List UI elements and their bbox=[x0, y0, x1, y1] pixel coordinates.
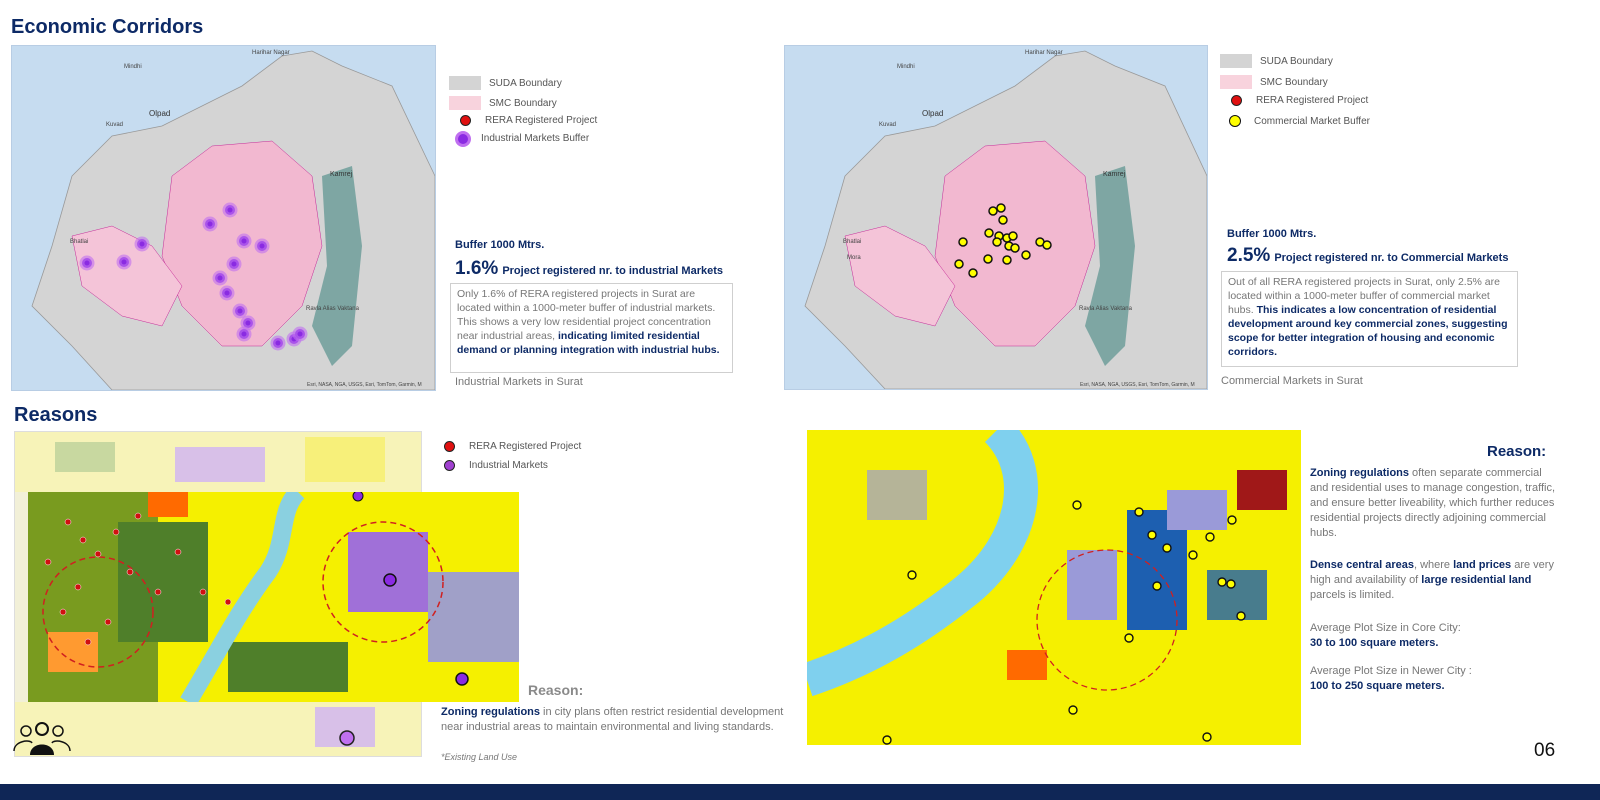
page-number: 06 bbox=[1534, 740, 1556, 761]
legend2-smc-label: SMC Boundary bbox=[1260, 76, 1328, 88]
commercial-map-graphic: Harihar Nagar Mindhi Olpad Kuvad Kamrej … bbox=[804, 50, 1207, 389]
industrial-dot-icon bbox=[444, 460, 455, 471]
rera-dot-icon bbox=[460, 115, 471, 126]
footer-bar bbox=[0, 784, 1600, 800]
legend2-smc: SMC Boundary bbox=[1220, 75, 1328, 89]
rera-dot-icon-2 bbox=[1231, 95, 1242, 106]
reason-right-p2-bold2: land prices bbox=[1453, 559, 1512, 571]
legend-suda: SUDA Boundary bbox=[449, 76, 562, 90]
commercial-buffer-title: Buffer 1000 Mtrs. bbox=[1227, 228, 1317, 240]
reason-right-p2-bold1: Dense central areas bbox=[1310, 559, 1414, 571]
core-city-value: 30 to 100 square meters. bbox=[1310, 637, 1439, 649]
place-label-ravla-2: Ravla Alias Vaktana bbox=[1079, 306, 1133, 312]
reason-left-bold: Zoning regulations bbox=[441, 706, 540, 718]
reason-right-title: Reason: bbox=[1487, 443, 1547, 460]
commercial-stat-label: Project registered nr. to Commercial Mar… bbox=[1274, 252, 1509, 264]
section-title-economic-corridors: Economic Corridors bbox=[11, 16, 204, 38]
reason-left-text: Zoning regulations in city plans often r… bbox=[441, 705, 786, 735]
section-title-reasons: Reasons bbox=[14, 404, 98, 426]
legend3-industrial: Industrial Markets bbox=[433, 460, 548, 471]
place-label-olpad: Olpad bbox=[149, 109, 170, 118]
place-label-mindhi: Mindhi bbox=[124, 64, 142, 70]
people-group-icon bbox=[12, 719, 72, 764]
place-label-harihar-nagar-2: Harihar Nagar bbox=[1025, 50, 1063, 56]
industrial-caption: Industrial Markets in Surat bbox=[455, 376, 583, 388]
reason-right-p2-text3: parcels is limited. bbox=[1310, 589, 1395, 601]
industrial-buffer-title: Buffer 1000 Mtrs. bbox=[455, 239, 545, 251]
place-label-mindhi-2: Mindhi bbox=[897, 64, 915, 70]
legend3-rera-label: RERA Registered Project bbox=[469, 441, 582, 452]
industrial-stat-label: Project registered nr. to industrial Mar… bbox=[502, 265, 723, 277]
rera-dot-icon-3 bbox=[444, 441, 455, 452]
commercial-buffer-icon bbox=[1229, 115, 1241, 127]
industrial-land-use-map[interactable] bbox=[28, 492, 519, 702]
place-label-ravla: Ravla Alias Vaktana bbox=[306, 306, 360, 312]
reason-right-p1: Zoning regulations often separate commer… bbox=[1310, 466, 1556, 541]
commercial-stat-value: 2.5% bbox=[1227, 245, 1271, 266]
place-label-kuvad: Kuvad bbox=[106, 122, 123, 128]
commercial-caption: Commercial Markets in Surat bbox=[1221, 375, 1363, 387]
industrial-buffer-icon bbox=[458, 133, 468, 144]
legend2-suda-label: SUDA Boundary bbox=[1260, 55, 1333, 67]
smc-swatch bbox=[449, 96, 481, 110]
industrial-description: Only 1.6% of RERA registered projects in… bbox=[450, 283, 733, 373]
existing-land-use-note: *Existing Land Use bbox=[441, 752, 518, 762]
place-label-bhatlai: Bhatlai bbox=[70, 239, 88, 245]
legend2-commercial-buffer-label: Commercial Market Buffer bbox=[1254, 115, 1370, 127]
commercial-land-use-map[interactable] bbox=[807, 430, 1301, 745]
place-label-mora: Mora bbox=[847, 255, 861, 261]
map-attribution-2: Esri, NASA, NGA, USGS, Esri, TomTom, Gar… bbox=[1080, 382, 1195, 388]
reason-right-p2-text1: , where bbox=[1413, 559, 1454, 571]
map-attribution: Esri, NASA, NGA, USGS, Esri, TomTom, Gar… bbox=[307, 382, 422, 388]
commercial-stat: 2.5% Project registered nr. to Commercial… bbox=[1227, 245, 1508, 267]
legend3-industrial-label: Industrial Markets bbox=[469, 460, 548, 471]
industrial-stat: 1.6% Project registered nr. to industrial… bbox=[455, 258, 723, 280]
legend2-suda: SUDA Boundary bbox=[1220, 54, 1333, 68]
place-label-kuvad-2: Kuvad bbox=[879, 122, 896, 128]
commercial-description: Out of all RERA registered projects in S… bbox=[1221, 271, 1518, 367]
place-label-harihar-nagar: Harihar Nagar bbox=[252, 50, 290, 56]
reason-left-title: Reason: bbox=[528, 682, 584, 698]
legend-industrial-buffer: Industrial Markets Buffer bbox=[449, 133, 589, 144]
place-label-olpad-2: Olpad bbox=[922, 109, 943, 118]
place-label-bhatlai-2: Bhatlai bbox=[843, 239, 861, 245]
place-label-kamrej-2: Kamrej bbox=[1103, 171, 1126, 178]
reason-right-p1-bold: Zoning regulations bbox=[1310, 467, 1409, 479]
legend-rera: RERA Registered Project bbox=[449, 115, 597, 126]
reason-right-p2-bold3: large residential land bbox=[1421, 574, 1532, 586]
suda-swatch-2 bbox=[1220, 54, 1252, 68]
legend-industrial-buffer-label: Industrial Markets Buffer bbox=[481, 133, 590, 144]
commercial-markets-map[interactable]: Harihar Nagar Mindhi Olpad Kuvad Kamrej … bbox=[784, 45, 1208, 390]
commercial-desc-bold: This indicates a low concentration of re… bbox=[1228, 304, 1508, 358]
reason-right-p2: Dense central areas, where land prices a… bbox=[1310, 558, 1554, 603]
commercial-land-use-graphic bbox=[807, 430, 1301, 745]
industrial-map-graphic: Harihar Nagar Mindhi Olpad Kuvad Kamrej … bbox=[31, 50, 435, 390]
legend-rera-label: RERA Registered Project bbox=[485, 115, 598, 126]
newer-city-value: 100 to 250 square meters. bbox=[1310, 680, 1445, 692]
legend2-rera-label: RERA Registered Project bbox=[1256, 95, 1369, 106]
core-city-label: Average Plot Size in Core City: bbox=[1310, 622, 1461, 634]
reason-right-p4: Average Plot Size in Newer City : 100 to … bbox=[1310, 664, 1554, 694]
suda-swatch bbox=[449, 76, 481, 90]
legend-smc-label: SMC Boundary bbox=[489, 97, 557, 109]
legend-smc: SMC Boundary bbox=[449, 96, 557, 110]
legend3-rera: RERA Registered Project bbox=[433, 441, 581, 452]
legend2-commercial-buffer: Commercial Market Buffer bbox=[1220, 115, 1370, 127]
place-label-kamrej: Kamrej bbox=[330, 171, 353, 178]
industrial-land-use-graphic bbox=[28, 492, 519, 702]
newer-city-label: Average Plot Size in Newer City : bbox=[1310, 665, 1472, 677]
legend2-rera: RERA Registered Project bbox=[1220, 95, 1368, 106]
industrial-stat-value: 1.6% bbox=[455, 258, 499, 279]
smc-swatch-2 bbox=[1220, 75, 1252, 89]
legend-suda-label: SUDA Boundary bbox=[489, 77, 562, 89]
industrial-markets-map[interactable]: Harihar Nagar Mindhi Olpad Kuvad Kamrej … bbox=[11, 45, 436, 391]
reason-right-p3: Average Plot Size in Core City: 30 to 100… bbox=[1310, 621, 1554, 651]
